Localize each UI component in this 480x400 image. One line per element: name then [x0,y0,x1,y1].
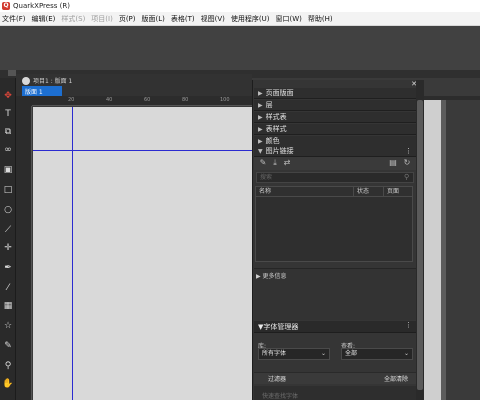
pan-tool-icon[interactable]: ✛ [2,242,14,254]
linking-tool-icon[interactable]: ∞ [2,144,14,156]
vertical-margin-guide [72,107,73,400]
scissors-tool-icon[interactable]: ⁄ [2,282,14,294]
ruler-tick: 40 [106,97,113,103]
font-search-input[interactable]: 快速查找字体 [262,391,298,400]
menu-utilities[interactable]: 使用程序(U) [231,14,270,24]
pasteboard-area [446,100,480,400]
layout-tab[interactable]: 版面 1 [22,86,62,96]
view-select[interactable]: 全部 ⌄ [341,348,413,360]
measurements-area [0,26,480,70]
expand-triangle-icon: ▶ [258,125,263,133]
ruler-tick: 80 [182,97,189,103]
window-title: QuarkXPress (R) [13,2,70,10]
menu-view[interactable]: 视图(V) [201,14,225,24]
picture-search-input[interactable]: 搜索 [256,172,414,183]
ruler-tick: 100 [220,97,230,103]
pencil-icon[interactable]: ✎ [258,158,268,168]
panel-scroll-thumb[interactable] [417,100,423,390]
vertical-ruler[interactable] [16,106,32,400]
project-tab-label: 项目1 : 版面 1 [33,78,73,85]
title-bar: Q QuarkXPress (R) [0,0,480,12]
quark-app-icon: Q [2,2,10,10]
menu-style[interactable]: 样式(S) [61,14,85,24]
ruler-tick: 60 [144,97,151,103]
font-manager-header[interactable]: ▼ 字体管理器 ⋮ [254,321,416,333]
chevron-down-icon: ⌄ [320,350,326,357]
picture-links-table[interactable] [255,197,413,262]
picture-content-tool-icon[interactable]: ⧉ [2,126,14,138]
library-select[interactable]: 所有字体 ⌄ [258,348,330,360]
panel-menu-icon[interactable]: ⋮ [405,321,412,329]
line-tool-icon[interactable]: ⟋ [2,224,14,236]
menu-item[interactable]: 项目(I) [91,14,113,24]
clear-all-button[interactable]: 全部清除 [384,374,408,383]
update-icon[interactable]: ⤓ [270,158,280,168]
expand-triangle-icon: ▶ [258,89,263,97]
project-icon [22,76,30,85]
zoom-tool-icon[interactable]: ⚲ [2,360,14,372]
picture-links-table-header: 名称 状态 页面 [255,186,413,197]
pen-tool-icon[interactable]: ✒ [2,262,14,274]
menu-file[interactable]: 文件(F) [2,14,26,24]
stack-icon[interactable]: ▤ [388,158,398,168]
menu-layout[interactable]: 版面(L) [142,14,165,24]
refresh-icon[interactable]: ↻ [402,158,412,168]
section-picture-links[interactable]: ▼ 图片链接 ⋮ [254,146,416,157]
menu-page[interactable]: 页(P) [119,14,136,24]
column-name[interactable]: 名称 [256,187,354,196]
menu-edit[interactable]: 编辑(E) [32,14,56,24]
column-status[interactable]: 状态 [354,187,384,196]
menu-bar: 文件(F) 编辑(E) 样式(S) 项目(I) 页(P) 版面(L) 表格(T)… [0,12,480,26]
filter-button[interactable]: 过滤器 [268,374,286,383]
oval-tool-icon[interactable]: ○ [2,204,14,216]
picture-box-tool-icon[interactable]: ▣ [2,164,14,176]
table-tool-icon[interactable]: ▦ [2,300,14,312]
project-tab[interactable]: 项目1 : 版面 1 [22,76,72,85]
menu-help[interactable]: 帮助(H) [308,14,333,24]
panel-menu-icon[interactable]: ⋮ [405,147,412,155]
section-layers[interactable]: ▶ 层 [254,100,416,111]
starburst-tool-icon[interactable]: ☆ [2,320,14,332]
relink-icon[interactable]: ⇄ [282,158,292,168]
section-table-styles[interactable]: ▶ 表样式 [254,124,416,135]
expand-triangle-icon: ▶ [258,113,263,121]
horizontal-margin-guide [33,150,252,151]
eyedropper-tool-icon[interactable]: ✎ [2,340,14,352]
ruler-origin[interactable] [16,96,32,106]
hand-tool-icon[interactable]: ✋ [2,378,14,390]
tools-palette: ✥ T ⧉ ∞ ▣ □ ○ ⟋ ✛ ✒ ⁄ ▦ ☆ ✎ ⚲ ✋ [0,78,16,400]
move-tool-icon[interactable]: ✥ [2,90,14,102]
more-info-toggle[interactable]: ▶ 更多信息 [256,271,287,280]
chevron-down-icon: ⌄ [403,350,409,357]
menu-window[interactable]: 窗口(W) [276,14,302,24]
menu-table[interactable]: 表格(T) [171,14,195,24]
ruler-tick: 20 [68,97,75,103]
toolbar-scroll-handle[interactable] [8,70,16,76]
column-page[interactable]: 页面 [384,187,412,196]
section-page-layout[interactable]: ▶ 页面版面 [254,88,416,99]
collapse-triangle-icon: ▼ [258,147,263,155]
expand-triangle-icon: ▶ [258,101,263,109]
rectangle-tool-icon[interactable]: □ [2,184,14,196]
expand-triangle-icon: ▶ [258,137,263,145]
text-tool-icon[interactable]: T [2,108,14,120]
search-icon: ⚲ [404,173,410,181]
section-style-sheets[interactable]: ▶ 样式表 [254,112,416,123]
horizontal-ruler[interactable]: 20 40 60 80 100 [32,96,252,106]
